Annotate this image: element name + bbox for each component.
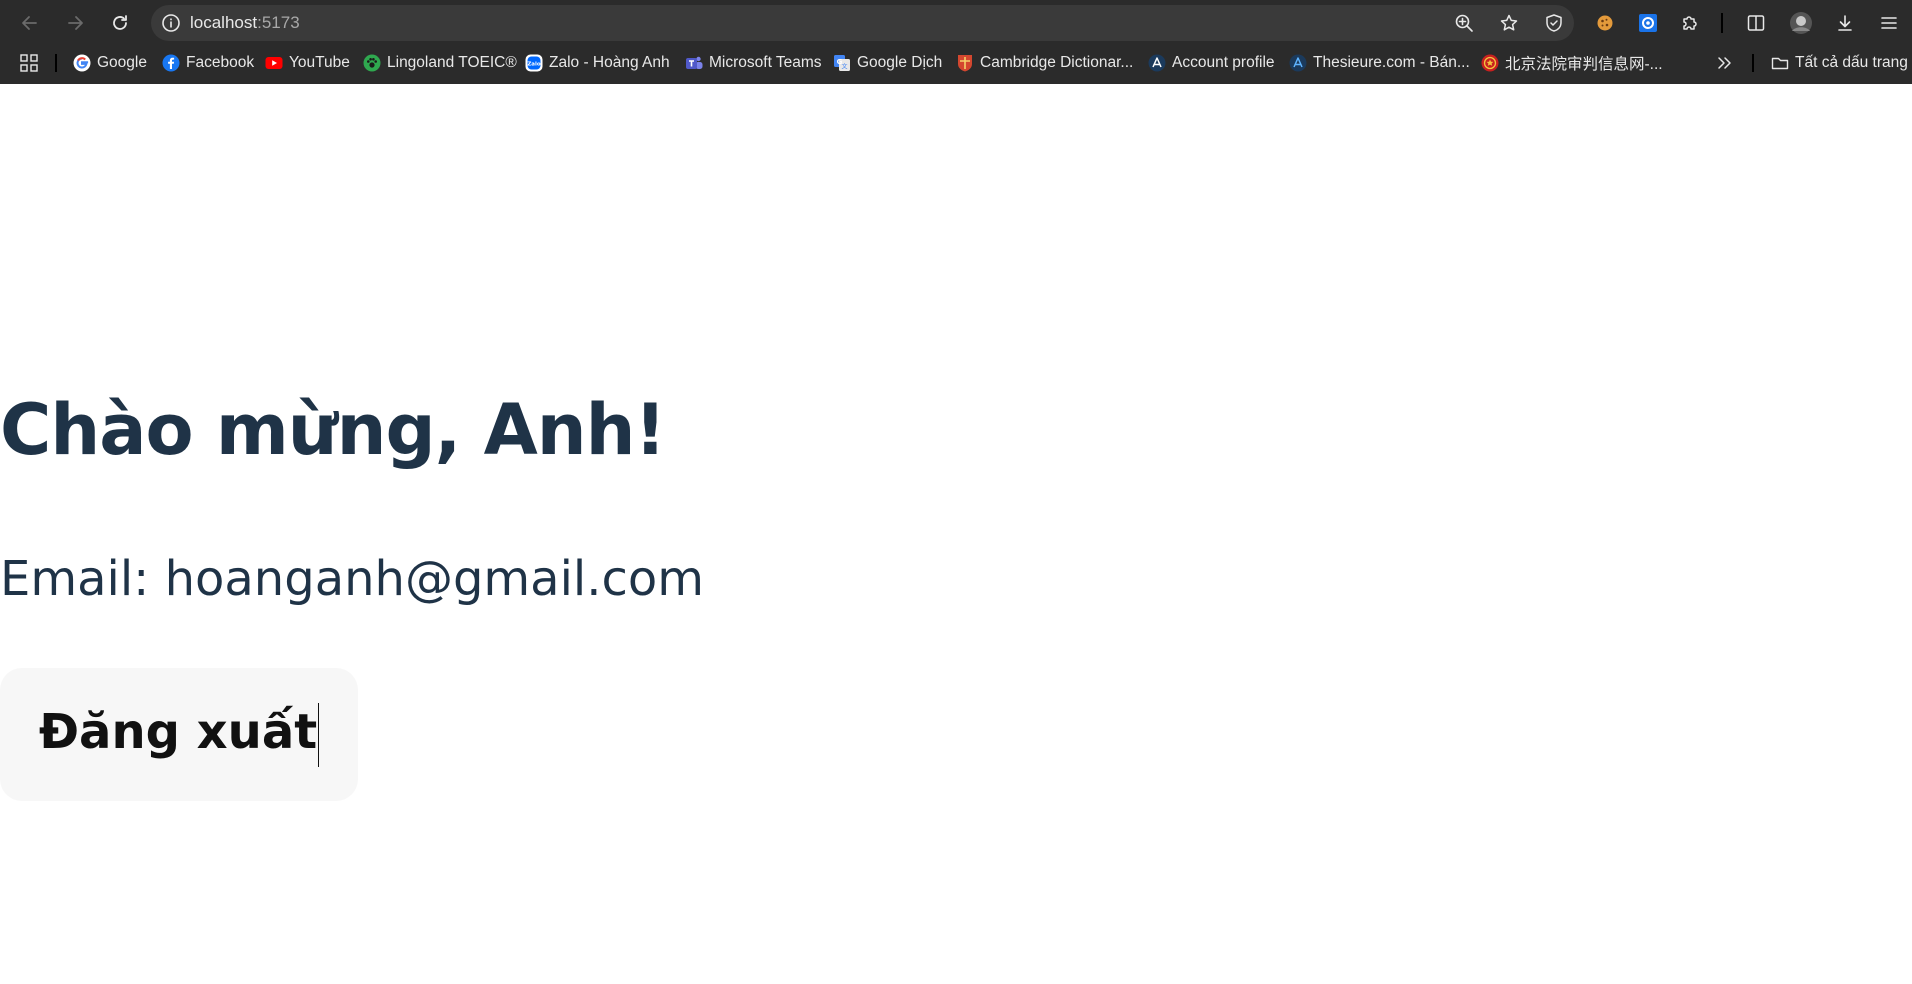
- thesieure-icon: [1289, 54, 1307, 72]
- svg-text:文: 文: [841, 63, 847, 71]
- bookmarks-bar: Google Facebook YouTube Lingoland TOEIC®…: [0, 46, 1912, 80]
- account-icon: [1148, 54, 1166, 72]
- cookie-icon[interactable]: [1595, 13, 1615, 33]
- bookmark-label: 北京法院审判信息网-...: [1505, 56, 1663, 73]
- bookmark-label: YouTube: [289, 54, 350, 71]
- bookmark-label: Google Dịch: [857, 54, 943, 71]
- address-text[interactable]: localhost:5173: [190, 5, 300, 41]
- zoom-icon[interactable]: [1454, 13, 1474, 33]
- bookmark-label: Zalo - Hoàng Anh: [549, 54, 670, 71]
- bookmark-beijing-court[interactable]: 北京法院审判信息网-...: [1481, 46, 1663, 80]
- text-cursor: [318, 702, 320, 767]
- bookmark-label: Facebook: [186, 54, 255, 71]
- zalo-icon: Zalo: [525, 54, 543, 72]
- shield-icon[interactable]: [1544, 13, 1564, 33]
- svg-text:Zalo: Zalo: [527, 62, 541, 68]
- browser-toolbar: localhost:5173: [0, 0, 1912, 46]
- reload-button[interactable]: [106, 9, 134, 37]
- logout-button-label: Đăng xuất: [38, 703, 318, 760]
- bookmark-zalo[interactable]: Zalo Zalo - Hoàng Anh: [525, 46, 670, 80]
- bookmark-label: Account profile: [1172, 54, 1275, 71]
- bookmark-label: Cambridge Dictionar...: [980, 54, 1134, 71]
- cambridge-icon: [958, 55, 972, 72]
- bookmark-youtube[interactable]: YouTube: [265, 46, 350, 80]
- back-button[interactable]: [16, 9, 44, 37]
- bookmark-cambridge[interactable]: Cambridge Dictionar...: [956, 46, 1133, 80]
- google-translate-icon: G文: [834, 55, 850, 71]
- all-bookmarks-label: Tất cả dấu trang: [1795, 54, 1908, 71]
- menu-icon[interactable]: [1879, 13, 1899, 33]
- user-email: Email: hoanganh@gmail.com: [0, 551, 705, 607]
- bookmark-label: Microsoft Teams: [709, 54, 822, 71]
- extension-blue-icon[interactable]: [1638, 13, 1658, 33]
- bookmark-google[interactable]: Google: [73, 46, 147, 80]
- toolbar-divider: [1721, 13, 1723, 33]
- bookmarks-divider: [55, 54, 57, 72]
- welcome-heading: Chào mừng, Anh!: [0, 389, 666, 471]
- bookmarks-divider: [1752, 54, 1754, 72]
- address-bar[interactable]: localhost:5173: [151, 5, 1574, 41]
- side-panel-icon[interactable]: [1746, 13, 1766, 33]
- logout-button[interactable]: Đăng xuất: [0, 668, 358, 801]
- facebook-icon: [162, 54, 180, 72]
- paw-icon: [363, 54, 381, 72]
- bookmark-label: Google: [97, 54, 147, 71]
- page-content: Chào mừng, Anh! Email: hoanganh@gmail.co…: [0, 84, 1912, 984]
- bookmark-lingoland[interactable]: Lingoland TOEIC®: [363, 46, 517, 80]
- arrow-right-icon: [68, 16, 83, 30]
- bookmark-account-profile[interactable]: Account profile: [1148, 46, 1275, 80]
- chevron-double-right-icon[interactable]: [1716, 55, 1734, 71]
- bookmark-teams[interactable]: Microsoft Teams: [685, 46, 822, 80]
- folder-icon: [1771, 57, 1789, 70]
- download-icon[interactable]: [1835, 13, 1855, 33]
- address-port: :5173: [257, 13, 300, 32]
- teams-icon: [686, 56, 703, 69]
- bookmark-thesieure[interactable]: Thesieure.com - Bán...: [1289, 46, 1470, 80]
- bookmark-google-translate[interactable]: G文 Google Dịch: [833, 46, 942, 80]
- extensions-puzzle-icon[interactable]: [1680, 13, 1700, 33]
- forward-button[interactable]: [61, 9, 89, 37]
- bookmark-label: Lingoland TOEIC®: [387, 54, 517, 71]
- address-host: localhost: [190, 13, 258, 32]
- bookmark-facebook[interactable]: Facebook: [162, 46, 254, 80]
- all-bookmarks-button[interactable]: Tất cả dấu trang: [1771, 46, 1908, 80]
- google-icon: [73, 54, 91, 72]
- court-emblem-icon: [1481, 54, 1499, 72]
- arrow-left-icon: [22, 16, 37, 30]
- apps-grid-icon[interactable]: [20, 54, 38, 72]
- browser-chrome: localhost:5173 Google Facebook YouTube L…: [0, 0, 1912, 84]
- reload-icon: [113, 15, 127, 30]
- bookmark-label: Thesieure.com - Bán...: [1313, 54, 1470, 71]
- star-icon[interactable]: [1499, 13, 1519, 33]
- youtube-icon: [265, 57, 283, 69]
- site-info-icon[interactable]: [161, 13, 181, 33]
- profile-avatar-icon[interactable]: [1789, 11, 1813, 35]
